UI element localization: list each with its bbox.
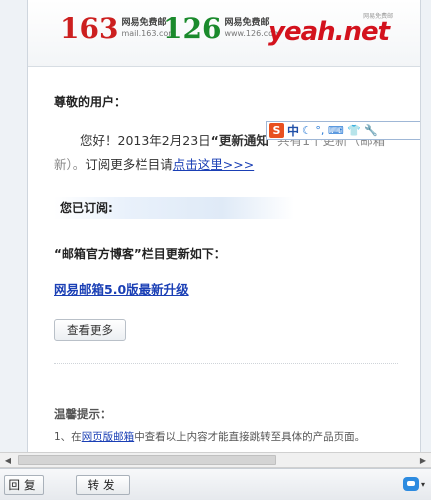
divider xyxy=(54,363,398,364)
forward-button[interactable]: 转发 xyxy=(76,475,130,495)
email-body-card: 163 网易免费邮 mail.163.com 126 网易免费邮 www.126… xyxy=(27,0,421,452)
subscribed-header: 您已订阅: xyxy=(54,197,294,219)
chinese-mode-icon[interactable]: 中 xyxy=(287,122,299,139)
reply-button[interactable]: 回复 xyxy=(4,475,44,495)
email-banner: 163 网易免费邮 mail.163.com 126 网易免费邮 www.126… xyxy=(28,0,420,67)
webmail-link[interactable]: 网页版邮箱 xyxy=(82,431,135,443)
chat-bubble-icon xyxy=(402,477,419,491)
tips-item-1: 1、在网页版邮箱中查看以上内容才能直接跳转至具体的产品页面。 xyxy=(54,431,366,443)
ime-toolbar[interactable]: S 中 ☾ °, ⌨ 👕 🔧 xyxy=(266,121,420,140)
chat-menu[interactable]: ▾ xyxy=(402,477,425,491)
scrollbar-thumb[interactable] xyxy=(18,455,276,465)
scroll-right-icon[interactable]: ▶ xyxy=(417,455,429,466)
sogou-logo-icon: S xyxy=(269,123,284,138)
view-more-button[interactable]: 查看更多 xyxy=(54,319,126,341)
click-here-link[interactable]: 点击这里>>> xyxy=(173,157,254,172)
logo-163: 163 网易免费邮 mail.163.com xyxy=(60,12,177,45)
logo-126: 126 网易免费邮 www.126.com xyxy=(163,12,281,45)
tips-title: 温馨提示： xyxy=(54,407,112,421)
horizontal-scrollbar[interactable]: ◀ ▶ xyxy=(0,452,431,468)
article-link[interactable]: 网易邮箱5.0版最新升级 xyxy=(54,279,189,298)
greeting: 尊敬的用户： xyxy=(54,95,127,109)
bottom-toolbar: 回复 转发 ▾ xyxy=(0,468,431,500)
section-title: “邮箱官方博客”栏目更新如下： xyxy=(54,247,226,261)
ime-tool-icons[interactable]: ☾ °, ⌨ 👕 🔧 xyxy=(302,124,378,137)
logo-yeah: yeah.net 网易免费邮 xyxy=(268,13,394,47)
chevron-down-icon: ▾ xyxy=(420,479,425,489)
scroll-left-icon[interactable]: ◀ xyxy=(2,455,14,466)
